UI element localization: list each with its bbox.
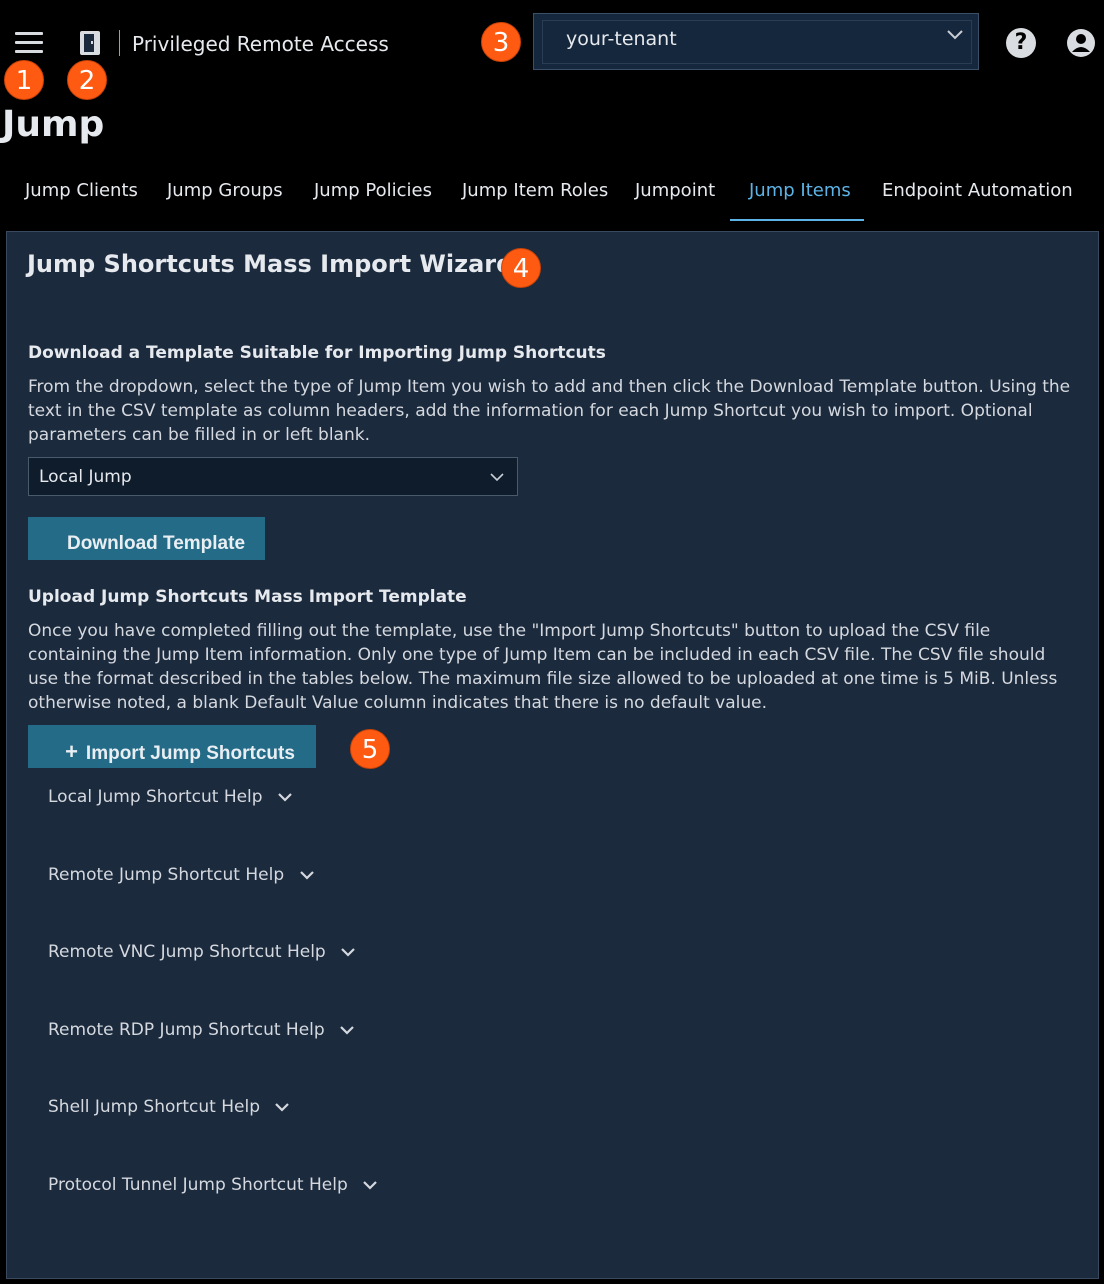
help-remote-vnc[interactable]: Remote VNC Jump Shortcut Help (48, 942, 355, 962)
help-remote-vnc-label: Remote VNC Jump Shortcut Help (48, 942, 326, 962)
tab-bar: Jump Clients Jump Groups Jump Policies J… (0, 172, 1104, 222)
chevron-down-icon (341, 948, 355, 957)
access-console-icon[interactable] (78, 30, 102, 56)
upload-heading: Upload Jump Shortcuts Mass Import Templa… (28, 587, 467, 607)
wizard-title: Jump Shortcuts Mass Import Wizard (27, 250, 514, 278)
jump-type-select[interactable]: Local Jump (28, 457, 518, 496)
chevron-down-icon (490, 473, 504, 482)
help-shell-jump[interactable]: Shell Jump Shortcut Help (48, 1097, 290, 1117)
active-tab-indicator (730, 219, 864, 221)
top-bar: Privileged Remote Access your-tenant ? (0, 0, 1104, 92)
page-title: Jump (2, 104, 105, 145)
wizard-panel: Jump Shortcuts Mass Import Wizard 4 Down… (6, 231, 1099, 1279)
download-description: From the dropdown, select the type of Ju… (28, 377, 1071, 445)
tab-jump-item-roles[interactable]: Jump Item Roles (462, 180, 608, 201)
download-template-button[interactable]: Download Template (28, 517, 265, 560)
help-protocol-tunnel-label: Protocol Tunnel Jump Shortcut Help (48, 1175, 348, 1195)
tab-jump-clients[interactable]: Jump Clients (25, 180, 138, 201)
marker-4: 4 (501, 248, 541, 288)
help-protocol-tunnel[interactable]: Protocol Tunnel Jump Shortcut Help (48, 1175, 377, 1195)
help-local-jump-label: Local Jump Shortcut Help (48, 787, 263, 807)
chevron-down-icon (340, 1026, 354, 1035)
help-remote-jump[interactable]: Remote Jump Shortcut Help (48, 865, 314, 885)
help-local-jump[interactable]: Local Jump Shortcut Help (48, 787, 292, 807)
upload-description: Once you have completed filling out the … (28, 621, 1058, 713)
chevron-down-icon (278, 793, 292, 802)
help-icon[interactable]: ? (1006, 28, 1036, 58)
help-remote-rdp[interactable]: Remote RDP Jump Shortcut Help (48, 1020, 354, 1040)
tab-endpoint-automation[interactable]: Endpoint Automation (882, 180, 1073, 201)
tenant-selector[interactable]: your-tenant (533, 13, 979, 70)
help-shell-jump-label: Shell Jump Shortcut Help (48, 1097, 260, 1117)
chevron-down-icon (947, 30, 963, 40)
download-heading: Download a Template Suitable for Importi… (28, 343, 606, 363)
app-title: Privileged Remote Access (132, 32, 389, 56)
tab-jump-groups[interactable]: Jump Groups (167, 180, 283, 201)
chevron-down-icon (299, 871, 314, 880)
marker-5: 5 (350, 729, 390, 769)
help-remote-rdp-label: Remote RDP Jump Shortcut Help (48, 1020, 325, 1040)
marker-1: 1 (4, 60, 44, 100)
tab-jumpoint[interactable]: Jumpoint (635, 180, 715, 201)
tab-jump-items[interactable]: Jump Items (749, 180, 851, 201)
marker-2: 2 (67, 60, 107, 100)
import-jump-shortcuts-label: Import Jump Shortcuts (85, 742, 295, 764)
jump-type-selected: Local Jump (39, 467, 132, 487)
tenant-label: your-tenant (566, 28, 677, 50)
menu-icon[interactable] (15, 32, 43, 54)
chevron-down-icon (363, 1181, 377, 1190)
header-divider (119, 30, 120, 56)
import-jump-shortcuts-button[interactable]: + Import Jump Shortcuts (28, 725, 316, 768)
plus-icon: + (65, 738, 78, 764)
download-template-label: Download Template (66, 532, 246, 554)
tab-jump-policies[interactable]: Jump Policies (314, 180, 432, 201)
user-icon[interactable] (1066, 28, 1096, 58)
marker-3: 3 (481, 22, 521, 62)
help-remote-jump-label: Remote Jump Shortcut Help (48, 865, 285, 885)
chevron-down-icon (275, 1103, 290, 1112)
